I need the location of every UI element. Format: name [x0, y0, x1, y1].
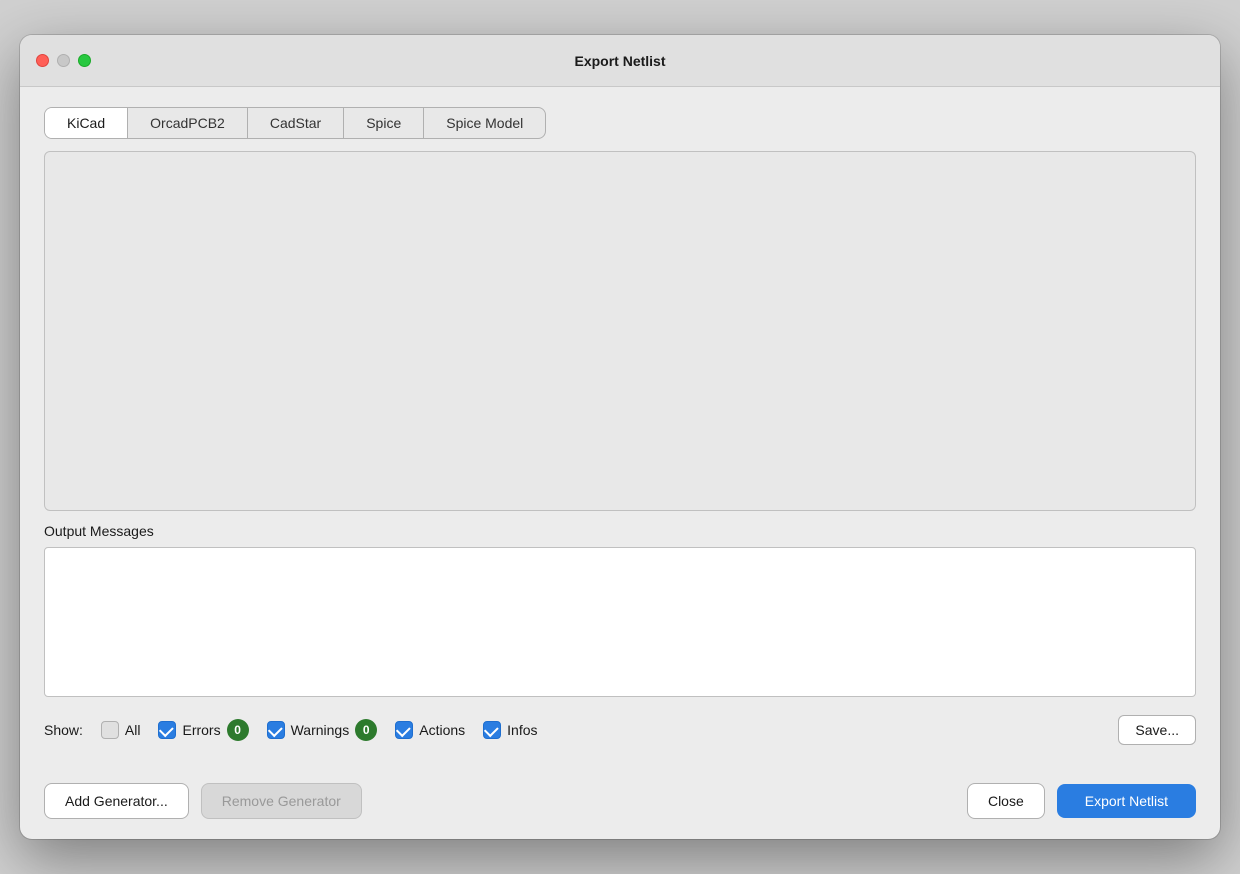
export-netlist-button[interactable]: Export Netlist [1057, 784, 1196, 818]
checkbox-warnings[interactable] [267, 721, 285, 739]
output-section: Output Messages [44, 523, 1196, 697]
errors-badge: 0 [227, 719, 249, 741]
tab-bar: KiCad OrcadPCB2 CadStar Spice Spice Mode… [44, 107, 546, 139]
warnings-badge: 0 [355, 719, 377, 741]
save-button[interactable]: Save... [1118, 715, 1196, 745]
checkbox-all-label[interactable]: All [125, 722, 141, 738]
tab-content-area [44, 151, 1196, 511]
show-filters-row: Show: All Errors 0 Warnings 0 Actio [44, 709, 1196, 751]
checkbox-errors-label[interactable]: Errors [182, 722, 220, 738]
main-window: Export Netlist KiCad OrcadPCB2 CadStar S… [20, 35, 1220, 839]
checkbox-actions[interactable] [395, 721, 413, 739]
main-content: KiCad OrcadPCB2 CadStar Spice Spice Mode… [20, 87, 1220, 771]
add-generator-button[interactable]: Add Generator... [44, 783, 189, 819]
checkbox-infos-label[interactable]: Infos [507, 722, 537, 738]
checkbox-warnings-label[interactable]: Warnings [291, 722, 350, 738]
tabs-container: KiCad OrcadPCB2 CadStar Spice Spice Mode… [44, 107, 1196, 139]
checkbox-all[interactable] [101, 721, 119, 739]
checkbox-group-errors: Errors 0 [158, 719, 248, 741]
tab-spice[interactable]: Spice [344, 108, 424, 138]
tab-orcadpcb2[interactable]: OrcadPCB2 [128, 108, 248, 138]
close-button[interactable] [36, 54, 49, 67]
checkbox-actions-label[interactable]: Actions [419, 722, 465, 738]
minimize-button[interactable] [57, 54, 70, 67]
tab-spice-model[interactable]: Spice Model [424, 108, 545, 138]
checkbox-group-actions: Actions [395, 721, 465, 739]
show-label: Show: [44, 722, 83, 738]
titlebar: Export Netlist [20, 35, 1220, 87]
maximize-button[interactable] [78, 54, 91, 67]
remove-generator-button: Remove Generator [201, 783, 362, 819]
output-messages-box [44, 547, 1196, 697]
tab-cadstar[interactable]: CadStar [248, 108, 344, 138]
checkbox-errors[interactable] [158, 721, 176, 739]
checkbox-group-infos: Infos [483, 721, 537, 739]
window-title: Export Netlist [574, 53, 665, 69]
output-messages-label: Output Messages [44, 523, 1196, 539]
bottom-bar: Add Generator... Remove Generator Close … [20, 771, 1220, 839]
close-button[interactable]: Close [967, 783, 1045, 819]
checkbox-infos[interactable] [483, 721, 501, 739]
checkbox-group-all: All [101, 721, 141, 739]
tab-kicad[interactable]: KiCad [45, 108, 128, 138]
traffic-lights [36, 54, 91, 67]
checkbox-group-warnings: Warnings 0 [267, 719, 378, 741]
